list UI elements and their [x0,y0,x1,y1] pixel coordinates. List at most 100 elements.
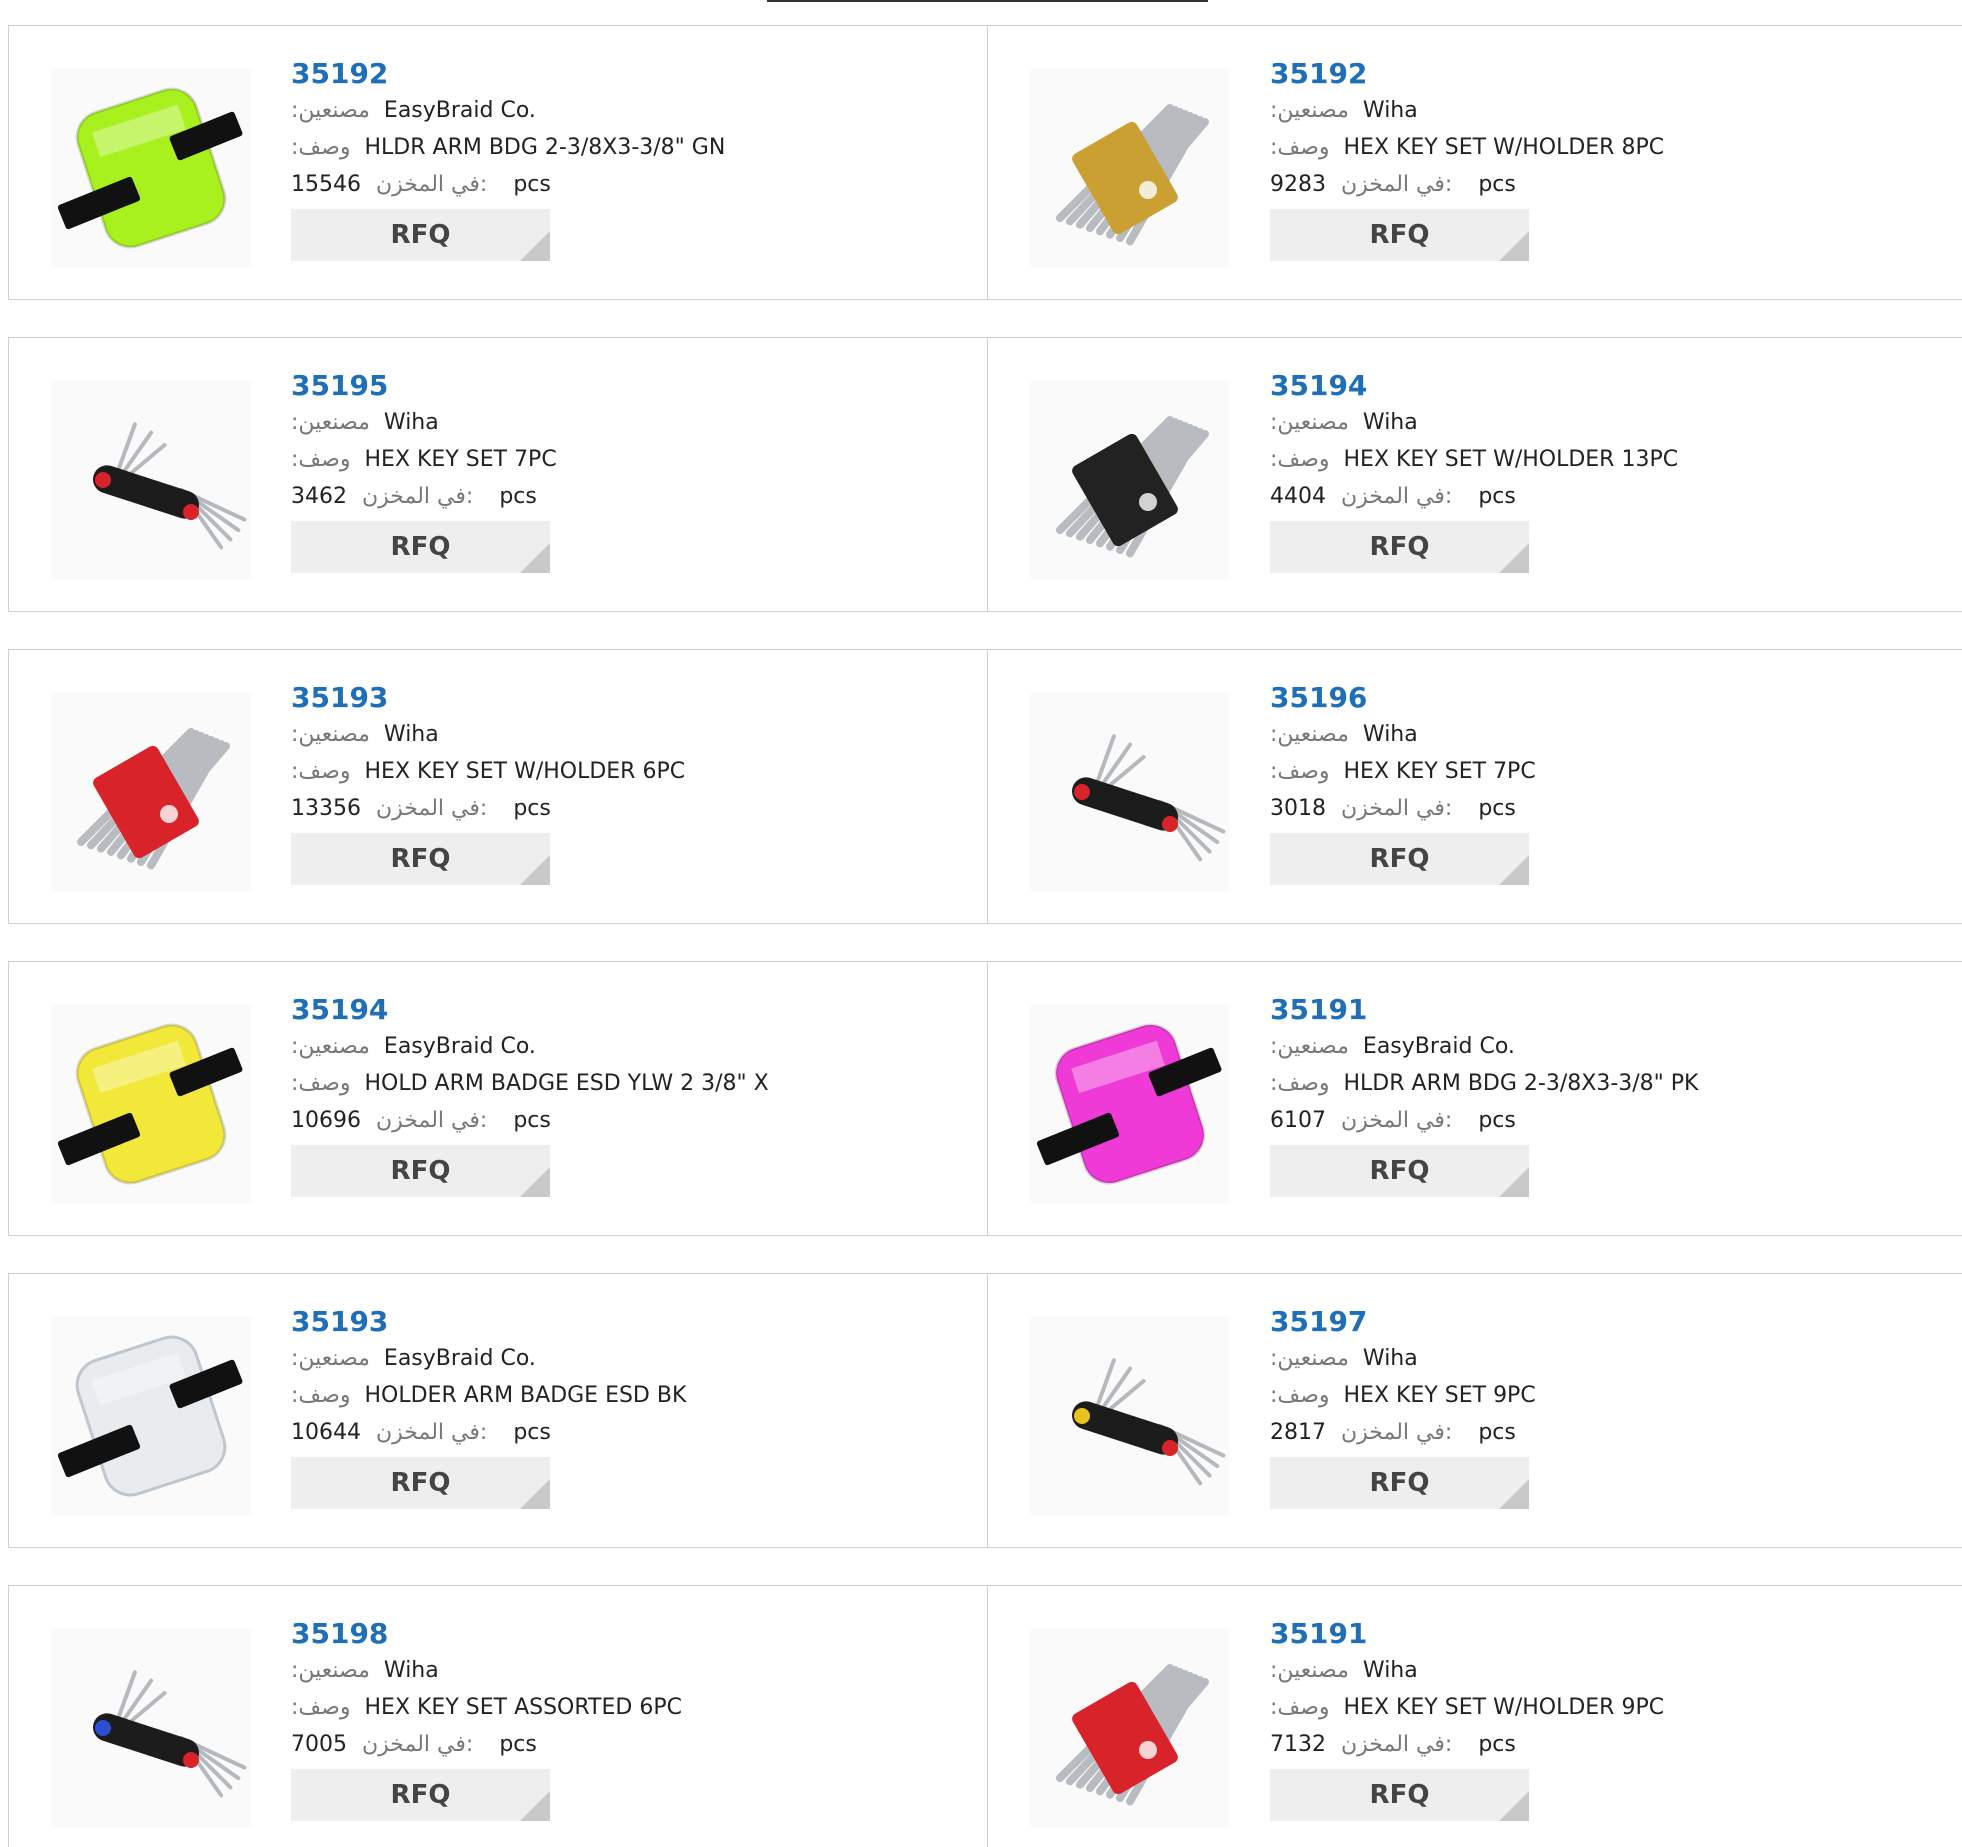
description-label: :وصف [1270,447,1330,472]
product-image[interactable] [51,1316,251,1516]
rfq-button[interactable]: RFQ [1270,1145,1529,1197]
rfq-button[interactable]: RFQ [291,833,550,885]
product-image[interactable] [1030,692,1230,892]
product-card: 35195 :مصنعين Wiha :وصف HEX KEY SET 7PC 34… [9,338,986,611]
product-image[interactable] [1030,1628,1230,1828]
description-value: HEX KEY SET W/HOLDER 8PC [1343,135,1665,160]
rfq-corner-decoration [520,543,550,573]
product-grid: 35192 :مصنعين EasyBraid Co. :وصف HLDR ARM … [8,25,1962,1847]
description-label: :وصف [291,1695,351,1720]
part-number-link[interactable]: 35193 [291,1304,388,1340]
rfq-button[interactable]: RFQ [1270,521,1529,573]
rfq-button-label: RFQ [1369,220,1430,250]
product-image[interactable] [51,1004,251,1204]
product-image[interactable] [51,1628,251,1828]
manufacturer-label: :مصنعين [291,98,370,123]
product-image[interactable] [1030,380,1230,580]
manufacturer-value: EasyBraid Co. [1362,1034,1515,1059]
description-label: :وصف [1270,1383,1330,1408]
rfq-button[interactable]: RFQ [291,1145,550,1197]
rfq-button-label: RFQ [390,1156,451,1186]
product-image[interactable] [1030,1004,1230,1204]
rfq-corner-decoration [1499,231,1529,261]
stock-label: في المخزن: [376,1108,488,1133]
stock-line: 15546 في المخزن: pcs [291,166,941,203]
description-line: :وصف HOLD ARM BADGE ESD YLW 2 3/8" X [291,1065,941,1102]
manufacturer-line: :مصنعين EasyBraid Co. [291,1028,941,1065]
stock-unit: pcs [513,172,551,197]
stock-unit: pcs [1478,1108,1516,1133]
product-info: 35193 :مصنعين EasyBraid Co. :وصف HOLDER AR… [291,1304,941,1509]
part-number-link[interactable]: 35194 [291,992,388,1028]
stock-unit: pcs [1478,172,1516,197]
part-number-link[interactable]: 35193 [291,680,388,716]
rfq-button-label: RFQ [390,532,451,562]
stock-value: 10696 [291,1108,361,1133]
manufacturer-line: :مصنعين EasyBraid Co. [291,92,941,129]
product-image[interactable] [51,692,251,892]
product-info: 35193 :مصنعين Wiha :وصف HEX KEY SET W/HOLD… [291,680,941,885]
rfq-corner-decoration [1499,543,1529,573]
rfq-button[interactable]: RFQ [1270,1457,1529,1509]
product-info: 35198 :مصنعين Wiha :وصف HEX KEY SET ASSORT… [291,1616,941,1821]
product-image[interactable] [1030,68,1230,268]
rfq-button[interactable]: RFQ [291,1457,550,1509]
part-number-link[interactable]: 35197 [1270,1304,1367,1340]
description-line: :وصف HEX KEY SET W/HOLDER 8PC [1270,129,1920,166]
description-value: HEX KEY SET 7PC [1343,759,1536,784]
stock-value: 10644 [291,1420,361,1445]
part-number-link[interactable]: 35198 [291,1616,388,1652]
part-number-link[interactable]: 35194 [1270,368,1367,404]
rfq-button[interactable]: RFQ [1270,833,1529,885]
rfq-button-label: RFQ [390,844,451,874]
stock-unit: pcs [513,1108,551,1133]
description-line: :وصف HOLDER ARM BADGE ESD BK [291,1377,941,1414]
stock-label: في المخزن: [376,172,488,197]
description-line: :وصف HEX KEY SET 9PC [1270,1377,1920,1414]
product-info: 35194 :مصنعين EasyBraid Co. :وصف HOLD ARM … [291,992,941,1197]
stock-value: 4404 [1270,484,1326,509]
rfq-button[interactable]: RFQ [1270,209,1529,261]
rfq-button[interactable]: RFQ [291,209,550,261]
rfq-corner-decoration [520,1791,550,1821]
description-label: :وصف [1270,759,1330,784]
stock-label: في المخزن: [1341,1732,1453,1757]
stock-value: 7132 [1270,1732,1326,1757]
rfq-button[interactable]: RFQ [291,521,550,573]
rfq-button[interactable]: RFQ [1270,1769,1529,1821]
stock-label: في المخزن: [362,484,474,509]
rfq-corner-decoration [1499,855,1529,885]
rfq-corner-decoration [520,1167,550,1197]
product-row: 35198 :مصنعين Wiha :وصف HEX KEY SET ASSORT… [8,1585,1962,1847]
part-number-link[interactable]: 35196 [1270,680,1367,716]
product-image[interactable] [51,380,251,580]
stock-line: 3462 في المخزن: pcs [291,478,941,515]
product-card: 35192 :مصنعين EasyBraid Co. :وصف HLDR ARM … [9,26,986,299]
manufacturer-line: :مصنعين Wiha [291,1652,941,1689]
part-number-link[interactable]: 35192 [1270,56,1367,92]
rfq-button[interactable]: RFQ [291,1769,550,1821]
description-value: HLDR ARM BDG 2-3/8X3-3/8" PK [1343,1071,1699,1096]
manufacturer-value: EasyBraid Co. [383,1346,536,1371]
manufacturer-label: :مصنعين [1270,1658,1349,1683]
part-number-link[interactable]: 35195 [291,368,388,404]
stock-label: في المخزن: [1341,796,1453,821]
stock-line: 6107 في المخزن: pcs [1270,1102,1920,1139]
product-info: 35192 :مصنعين EasyBraid Co. :وصف HLDR ARM … [291,56,941,261]
stock-unit: pcs [499,1732,537,1757]
manufacturer-line: :مصنعين Wiha [1270,92,1920,129]
description-line: :وصف HEX KEY SET 7PC [1270,753,1920,790]
product-info: 35197 :مصنعين Wiha :وصف HEX KEY SET 9PC 28… [1270,1304,1920,1509]
product-image[interactable] [51,68,251,268]
part-number-link[interactable]: 35192 [291,56,388,92]
description-value: HEX KEY SET W/HOLDER 13PC [1343,447,1679,472]
description-line: :وصف HEX KEY SET W/HOLDER 9PC [1270,1689,1920,1726]
product-info: 35194 :مصنعين Wiha :وصف HEX KEY SET W/HOLD… [1270,368,1920,573]
rfq-corner-decoration [520,855,550,885]
description-value: HEX KEY SET W/HOLDER 6PC [364,759,686,784]
description-line: :وصف HEX KEY SET W/HOLDER 6PC [291,753,941,790]
part-number-link[interactable]: 35191 [1270,1616,1367,1652]
product-image[interactable] [1030,1316,1230,1516]
part-number-link[interactable]: 35191 [1270,992,1367,1028]
rfq-corner-decoration [520,1479,550,1509]
